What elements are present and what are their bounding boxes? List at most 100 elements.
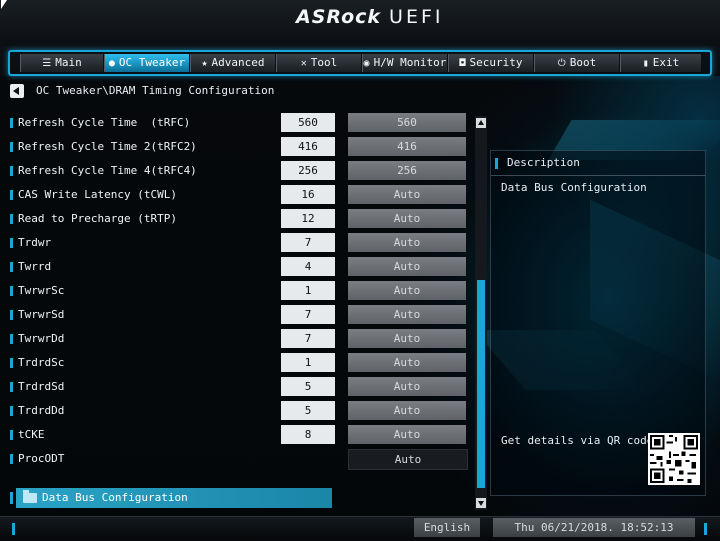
item-marker xyxy=(10,406,13,416)
current-value: 416 xyxy=(281,137,335,156)
current-value: 12 xyxy=(281,209,335,228)
item-marker xyxy=(12,523,15,535)
setting-row[interactable]: TwrwrSd 7 Auto xyxy=(0,303,475,327)
item-marker xyxy=(10,454,13,464)
header: ASRock UEFI xyxy=(0,0,720,47)
setting-value-field[interactable]: Auto xyxy=(348,257,466,276)
tab-exit[interactable]: ▮ Exit xyxy=(620,54,702,72)
tab-advanced[interactable]: ★ Advanced xyxy=(190,54,276,72)
flame-icon: ● xyxy=(108,58,115,69)
submenu-label: Data Bus Configuration xyxy=(42,491,188,504)
setting-row[interactable]: Read to Precharge (tRTP) 12 Auto xyxy=(0,207,475,231)
setting-label: Refresh Cycle Time 4(tRFC4) xyxy=(18,164,197,177)
setting-label: TrdrdSd xyxy=(18,380,65,393)
setting-label: TwrwrDd xyxy=(18,332,65,345)
setting-value-field[interactable]: Auto xyxy=(348,329,466,348)
setting-row[interactable]: TrdrdSc 1 Auto xyxy=(0,351,475,375)
setting-row[interactable]: ProcODT Auto xyxy=(0,447,475,471)
current-value: 7 xyxy=(281,329,335,348)
setting-label: Read to Precharge (tRTP) xyxy=(18,212,177,225)
tab-boot[interactable]: ⏻ Boot xyxy=(534,54,620,72)
mouse-pointer-icon xyxy=(1,0,7,9)
current-value: 16 xyxy=(281,185,335,204)
setting-row[interactable]: Refresh Cycle Time 4(tRFC4) 256 256 xyxy=(0,159,475,183)
back-arrow-icon[interactable] xyxy=(10,84,24,98)
setting-label: TrdrdSc xyxy=(18,356,65,369)
item-marker xyxy=(10,142,13,152)
current-value: 1 xyxy=(281,353,335,372)
setting-label: Trdwr xyxy=(18,236,52,249)
setting-label: Refresh Cycle Time (tRFC) xyxy=(18,116,191,129)
setting-label: Refresh Cycle Time 2(tRFC2) xyxy=(18,140,197,153)
item-marker xyxy=(10,382,13,392)
setting-label: TrdrdDd xyxy=(18,404,65,417)
item-marker xyxy=(10,190,13,200)
setting-row[interactable]: TwrwrDd 7 Auto xyxy=(0,327,475,351)
setting-label: TwrwrSd xyxy=(18,308,65,321)
power-icon: ⏻ xyxy=(557,58,566,69)
current-value: 5 xyxy=(281,377,335,396)
datetime-display: Thu 06/21/2018. 18:52:13 xyxy=(493,518,695,537)
setting-value-field[interactable]: 560 xyxy=(348,113,466,132)
setting-row[interactable]: Refresh Cycle Time (tRFC) 560 560 xyxy=(0,111,475,135)
setting-row[interactable]: Trdwr 7 Auto xyxy=(0,231,475,255)
item-marker xyxy=(10,166,13,176)
item-marker xyxy=(10,262,13,272)
setting-row[interactable]: tCKE 8 Auto xyxy=(0,423,475,447)
current-value: 560 xyxy=(281,113,335,132)
setting-row[interactable]: TwrwrSc 1 Auto xyxy=(0,279,475,303)
setting-label: TwrwrSc xyxy=(18,284,65,297)
current-value: 8 xyxy=(281,425,335,444)
setting-value-field[interactable]: Auto xyxy=(348,449,468,470)
description-panel: Description Data Bus Configuration Get d… xyxy=(490,150,706,496)
language-button[interactable]: English xyxy=(414,518,480,537)
setting-value-field[interactable]: Auto xyxy=(348,209,466,228)
setting-row[interactable]: TrdrdSd 5 Auto xyxy=(0,375,475,399)
description-text: Data Bus Configuration xyxy=(501,181,647,194)
setting-label: CAS Write Latency (tCWL) xyxy=(18,188,177,201)
item-marker xyxy=(10,492,13,504)
item-marker xyxy=(704,523,707,535)
tab-oc-tweaker[interactable]: ● OC Tweaker xyxy=(104,54,190,72)
submenu-data-bus-configuration[interactable]: Data Bus Configuration xyxy=(16,488,332,508)
setting-row[interactable]: Refresh Cycle Time 2(tRFC2) 416 416 xyxy=(0,135,475,159)
setting-label: tCKE xyxy=(18,428,45,441)
wrench-icon: ✕ xyxy=(300,58,307,69)
setting-value-field[interactable]: Auto xyxy=(348,377,466,396)
setting-row[interactable]: Twrrd 4 Auto xyxy=(0,255,475,279)
tab-tool[interactable]: ✕ Tool xyxy=(276,54,362,72)
brand-logo: ASRock UEFI xyxy=(296,6,444,28)
scroll-down-icon[interactable] xyxy=(476,498,486,508)
description-title: Description xyxy=(507,156,580,169)
monitor-icon: ◉ xyxy=(363,58,370,69)
current-value: 5 xyxy=(281,401,335,420)
setting-value-field[interactable]: Auto xyxy=(348,185,466,204)
setting-value-field[interactable]: Auto xyxy=(348,233,466,252)
setting-value-field[interactable]: 256 xyxy=(348,161,466,180)
scrollbar-thumb[interactable] xyxy=(477,280,485,488)
current-value: 1 xyxy=(281,281,335,300)
tab-hw-monitor[interactable]: ◉ H/W Monitor xyxy=(362,54,448,72)
shield-icon: ◘ xyxy=(459,58,466,69)
breadcrumb: OC Tweaker\DRAM Timing Configuration xyxy=(36,84,275,97)
tab-main[interactable]: ☰ Main xyxy=(20,54,104,72)
setting-label: ProcODT xyxy=(18,452,65,465)
setting-row[interactable]: TrdrdDd 5 Auto xyxy=(0,399,475,423)
scroll-up-icon[interactable] xyxy=(476,118,486,128)
setting-value-field[interactable]: Auto xyxy=(348,353,466,372)
star-icon: ★ xyxy=(201,58,208,69)
folder-icon xyxy=(23,490,37,503)
main-tab-bar: ☰ Main ● OC Tweaker ★ Advanced ✕ Tool ◉ H/W M… xyxy=(0,46,720,76)
tab-security[interactable]: ◘ Security xyxy=(448,54,534,72)
setting-value-field[interactable]: Auto xyxy=(348,281,466,300)
setting-row[interactable]: CAS Write Latency (tCWL) 16 Auto xyxy=(0,183,475,207)
item-marker xyxy=(10,214,13,224)
current-value: 7 xyxy=(281,305,335,324)
scrollbar[interactable] xyxy=(475,116,487,510)
setting-value-field[interactable]: Auto xyxy=(348,305,466,324)
exit-icon: ▮ xyxy=(642,58,649,69)
setting-value-field[interactable]: Auto xyxy=(348,401,466,420)
current-value: 7 xyxy=(281,233,335,252)
setting-value-field[interactable]: 416 xyxy=(348,137,466,156)
setting-value-field[interactable]: Auto xyxy=(348,425,466,444)
